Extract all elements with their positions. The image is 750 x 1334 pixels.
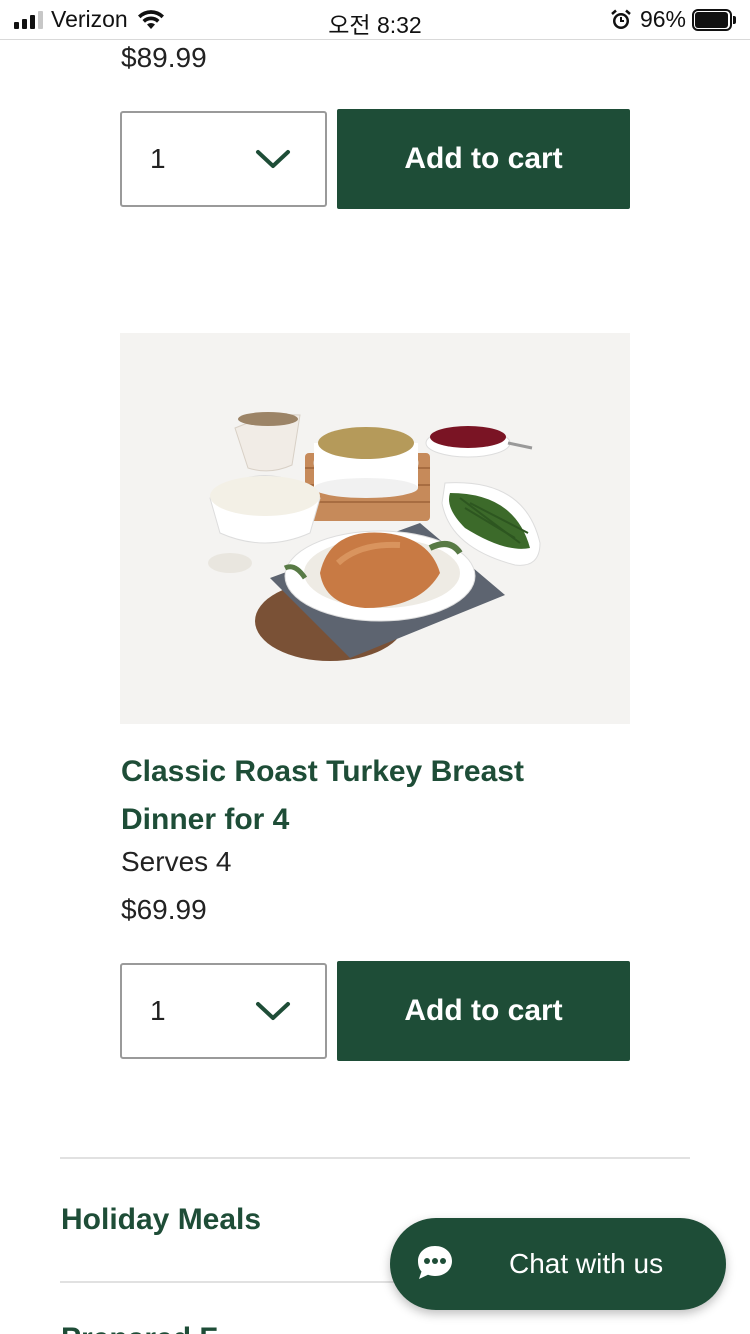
battery-percent: 96% [639,6,686,32]
battery-icon [692,8,736,31]
chevron-down-icon [256,150,290,168]
product-price: $89.99 [121,42,207,73]
quantity-select[interactable]: 1 [120,111,327,207]
product-title[interactable]: Classic Roast Turkey Breast Dinner for 4 [121,748,621,844]
status-bar: Verizon 오전 8:32 96% [0,0,750,40]
nav-link-holiday-meals[interactable]: Holiday Meals [61,1203,261,1237]
product-price: $69.99 [121,894,207,925]
alarm-icon [611,9,631,29]
quantity-value: 1 [150,995,166,1026]
chat-bubble-icon [418,1246,452,1279]
quantity-value: 1 [150,143,166,174]
chat-button[interactable]: Chat with us [390,1218,726,1310]
status-right: 96% [610,6,736,33]
nav-link-prepared-foods[interactable]: Prepared F [61,1322,218,1334]
quantity-select[interactable]: 1 [120,963,327,1059]
product-serves: Serves 4 [121,846,232,877]
chevron-down-icon [256,1002,290,1020]
add-to-cart-button[interactable]: Add to cart [337,961,630,1061]
product-image[interactable] [120,333,630,724]
divider [60,1157,690,1159]
chat-label: Chat with us [509,1248,664,1279]
add-to-cart-button[interactable]: Add to cart [337,109,630,209]
